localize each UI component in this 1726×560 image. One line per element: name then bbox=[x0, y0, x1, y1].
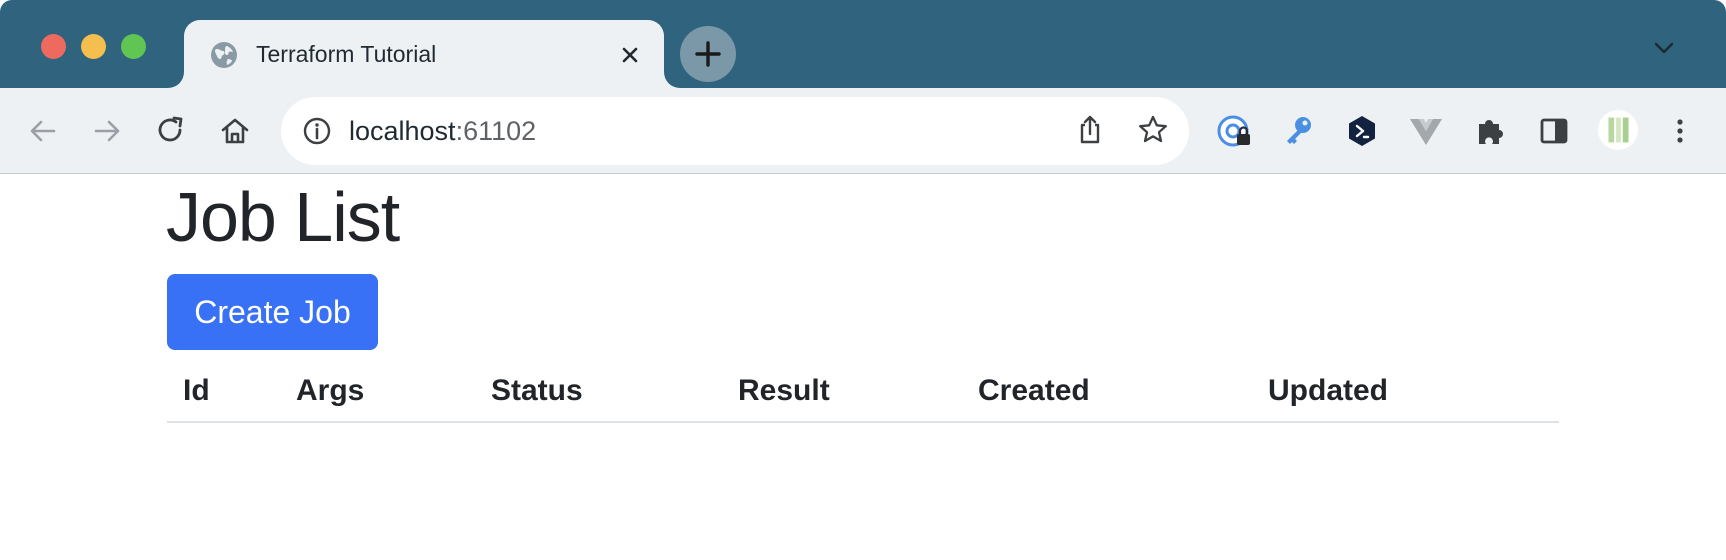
tab-active[interactable]: Terraform Tutorial bbox=[184, 20, 664, 88]
url-port: :61102 bbox=[455, 116, 537, 146]
url-host: localhost bbox=[349, 116, 456, 146]
code-extension-icon[interactable] bbox=[1341, 110, 1383, 152]
new-tab-button[interactable] bbox=[680, 26, 736, 82]
table-header-row: Id Args Status Result Created Updated bbox=[167, 360, 1559, 423]
side-panel-icon[interactable] bbox=[1533, 110, 1575, 152]
tab-title: Terraform Tutorial bbox=[256, 41, 437, 67]
column-header-status: Status bbox=[475, 360, 722, 423]
page-title: Job List bbox=[166, 178, 400, 256]
forward-button[interactable] bbox=[86, 110, 128, 152]
back-button[interactable] bbox=[22, 110, 64, 152]
globe-icon bbox=[210, 41, 238, 69]
close-window-button[interactable] bbox=[41, 34, 66, 59]
job-table: Id Args Status Result Created Updated bbox=[167, 360, 1559, 423]
url-text: localhost:61102 bbox=[349, 116, 536, 147]
tab-strip: Terraform Tutorial bbox=[0, 0, 1726, 88]
browser-window: Terraform Tutorial localhost:61102 Job L… bbox=[0, 0, 1726, 560]
tab-search-dropdown[interactable] bbox=[1652, 40, 1676, 56]
reload-button[interactable] bbox=[150, 110, 192, 152]
vue-devtools-extension-icon[interactable] bbox=[1405, 110, 1447, 152]
minimize-window-button[interactable] bbox=[81, 34, 106, 59]
arrow-left-icon bbox=[30, 120, 56, 142]
home-button[interactable] bbox=[214, 110, 256, 152]
address-bar[interactable]: localhost:61102 bbox=[281, 97, 1189, 165]
plus-icon bbox=[695, 41, 721, 67]
close-tab-icon[interactable] bbox=[616, 41, 644, 69]
puzzle-icon[interactable] bbox=[1469, 110, 1511, 152]
column-header-args: Args bbox=[280, 360, 475, 423]
job-table-header: Id Args Status Result Created Updated bbox=[167, 360, 1559, 423]
browser-toolbar: localhost:61102 bbox=[0, 88, 1726, 174]
column-header-updated: Updated bbox=[1252, 360, 1559, 423]
site-info-icon[interactable] bbox=[301, 115, 333, 147]
home-icon bbox=[221, 118, 249, 144]
column-header-created: Created bbox=[962, 360, 1252, 423]
key-extension-icon[interactable] bbox=[1277, 110, 1319, 152]
arrow-right-icon bbox=[94, 120, 120, 142]
column-header-result: Result bbox=[722, 360, 962, 423]
bookmark-star-icon[interactable] bbox=[1135, 112, 1171, 148]
password-manager-extension-icon[interactable] bbox=[1213, 110, 1255, 152]
page-content: Job List Create Job Id Args Status Resul… bbox=[0, 175, 1726, 560]
profile-avatar[interactable] bbox=[1597, 109, 1641, 153]
chevron-down-icon bbox=[1654, 42, 1674, 54]
column-header-id: Id bbox=[167, 360, 280, 423]
more-vertical-icon[interactable] bbox=[1659, 110, 1701, 152]
create-job-button[interactable]: Create Job bbox=[167, 274, 378, 350]
maximize-window-button[interactable] bbox=[121, 34, 146, 59]
reload-icon bbox=[158, 116, 183, 142]
share-icon[interactable] bbox=[1072, 112, 1108, 148]
